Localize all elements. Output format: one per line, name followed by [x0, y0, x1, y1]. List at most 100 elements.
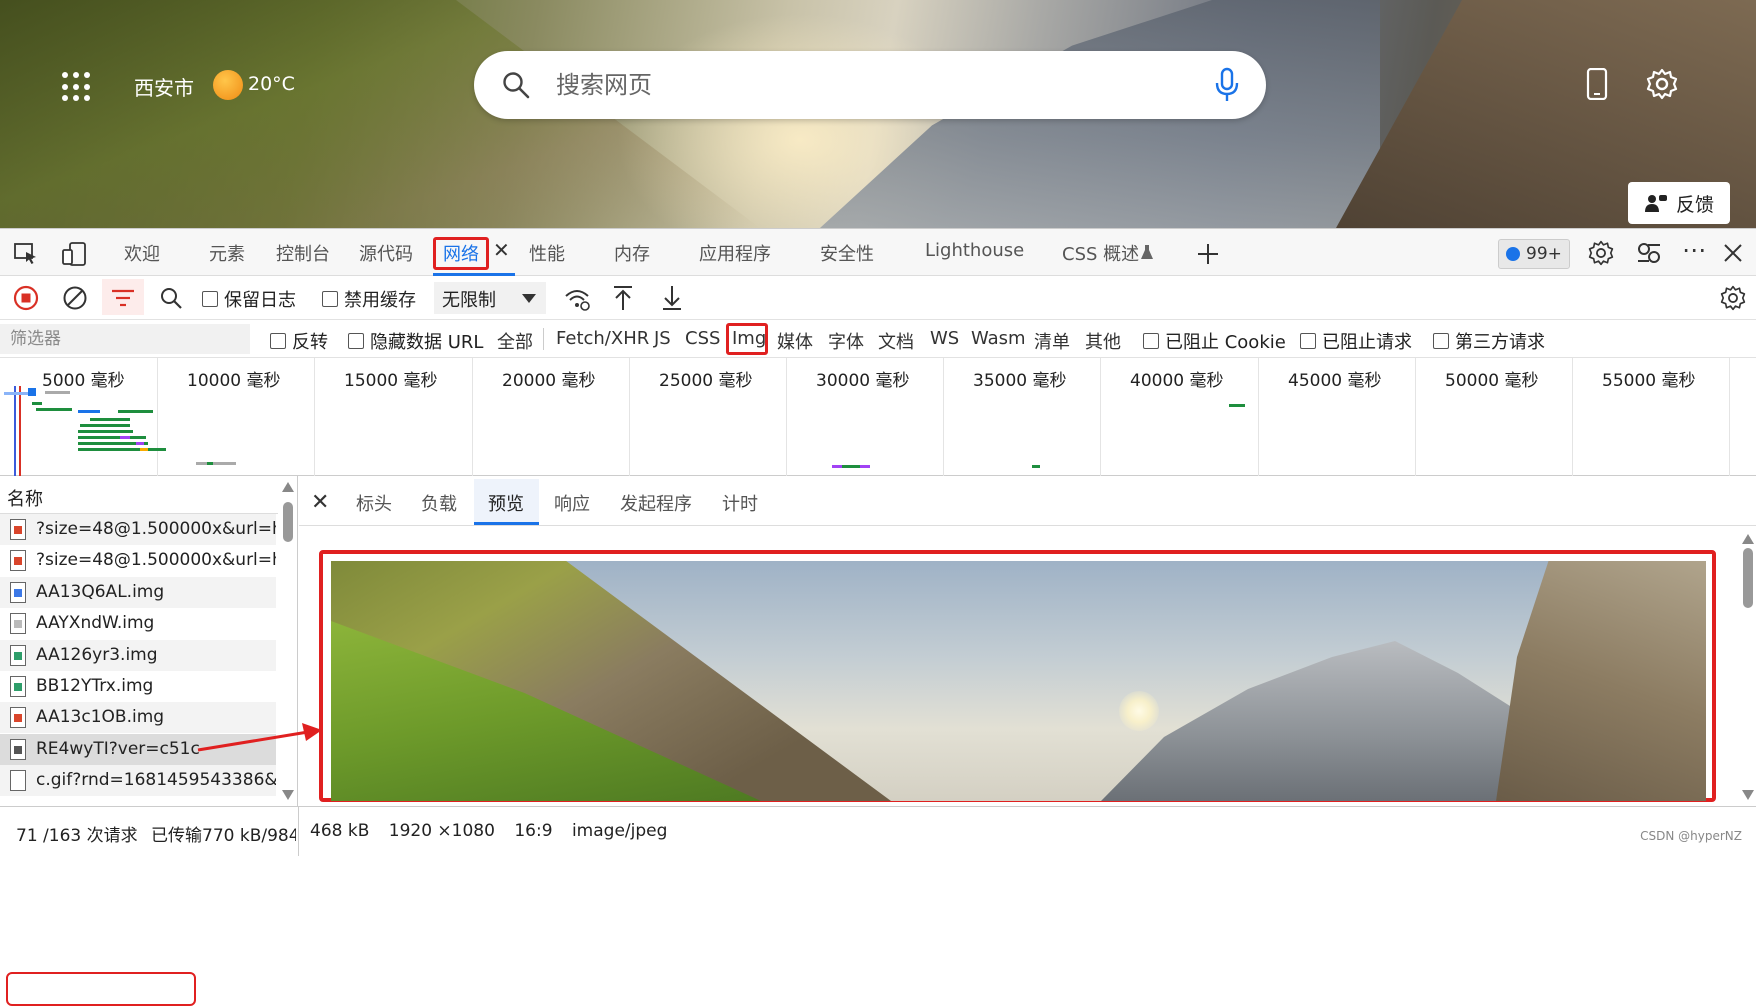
- disable-cache-checkbox[interactable]: [322, 291, 338, 307]
- tab-console[interactable]: 控制台: [276, 240, 330, 266]
- filter-type-doc[interactable]: 文档: [878, 328, 914, 354]
- third-party-checkbox[interactable]: [1433, 333, 1449, 349]
- filter-type-media[interactable]: 媒体: [777, 328, 813, 354]
- request-row[interactable]: ?size=48@1.500000x&url=htt: [0, 514, 276, 545]
- tab-preview[interactable]: 预览: [488, 490, 524, 516]
- tab-elements[interactable]: 元素: [209, 240, 245, 266]
- timeline-gridline: [943, 358, 944, 476]
- blocked-cookies-checkbox[interactable]: [1143, 333, 1159, 349]
- filter-type-all[interactable]: 全部: [497, 328, 533, 354]
- apps-grid-icon[interactable]: [62, 72, 92, 102]
- disable-cache-option[interactable]: 禁用缓存: [322, 286, 416, 312]
- waterfall-bar: [1229, 404, 1245, 407]
- add-tab-icon[interactable]: [1196, 242, 1220, 266]
- preserve-log-checkbox[interactable]: [202, 291, 218, 307]
- filter-type-other[interactable]: 其他: [1085, 328, 1121, 354]
- weather-temperature[interactable]: 20°C: [248, 73, 295, 95]
- device-emulation-icon[interactable]: [62, 242, 86, 266]
- export-har-icon[interactable]: [661, 285, 683, 311]
- scrollbar-thumb[interactable]: [283, 502, 293, 542]
- tab-initiator[interactable]: 发起程序: [620, 490, 692, 516]
- preview-info: 468 kB 1920 ×1080 16:9 image/jpeg: [310, 821, 681, 841]
- waterfall-bar: [118, 410, 153, 413]
- detail-scrollbar[interactable]: [1740, 528, 1756, 806]
- filter-type-fetch-xhr[interactable]: Fetch/XHR: [556, 328, 649, 349]
- network-settings-icon[interactable]: [1720, 285, 1746, 311]
- tab-lighthouse[interactable]: Lighthouse: [925, 240, 1024, 261]
- scrollbar-thumb[interactable]: [1743, 548, 1753, 608]
- scroll-down-icon[interactable]: [282, 790, 294, 800]
- network-overview-timeline[interactable]: 5000 毫秒 10000 毫秒 15000 毫秒 20000 毫秒 25000…: [0, 358, 1756, 476]
- load-event-marker: [19, 386, 21, 476]
- network-conditions-icon[interactable]: [564, 287, 590, 311]
- filter-type-wasm[interactable]: Wasm: [971, 328, 1026, 349]
- tab-css-overview[interactable]: CSS 概述: [1062, 240, 1139, 266]
- close-detail-icon[interactable]: ✕: [311, 490, 329, 515]
- file-icon: [10, 550, 26, 572]
- issues-badge[interactable]: 99+: [1498, 239, 1570, 269]
- preview-sun: [1119, 691, 1159, 731]
- request-row[interactable]: BB12YTrx.img: [0, 671, 276, 702]
- tab-welcome[interactable]: 欢迎: [124, 240, 160, 266]
- tab-response[interactable]: 响应: [554, 490, 590, 516]
- feedback-button[interactable]: 反馈: [1628, 182, 1730, 224]
- clear-icon[interactable]: [62, 285, 88, 311]
- scroll-up-icon[interactable]: [1742, 534, 1754, 544]
- close-devtools-icon[interactable]: [1723, 243, 1743, 263]
- phone-icon[interactable]: [1586, 68, 1608, 100]
- tab-payload[interactable]: 负载: [421, 490, 457, 516]
- blocked-requests-option[interactable]: 已阻止请求: [1300, 328, 1412, 354]
- third-party-option[interactable]: 第三方请求: [1433, 328, 1545, 354]
- import-har-icon[interactable]: [612, 285, 634, 311]
- invert-option[interactable]: 反转: [270, 328, 328, 354]
- close-network-tab-icon[interactable]: ✕: [493, 238, 510, 262]
- preserve-log-option[interactable]: 保留日志: [202, 286, 296, 312]
- search-input[interactable]: [556, 65, 1156, 105]
- request-row[interactable]: AA13Q6AL.img: [0, 576, 276, 608]
- filter-type-manifest[interactable]: 清单: [1034, 328, 1070, 354]
- image-dimensions: 1920 ×1080: [388, 821, 495, 841]
- filter-icon[interactable]: [111, 288, 135, 308]
- image-aspect-ratio: 16:9: [514, 821, 553, 841]
- tab-memory[interactable]: 内存: [614, 240, 650, 266]
- devtools-settings-icon[interactable]: [1588, 240, 1614, 266]
- filter-input[interactable]: [0, 324, 250, 354]
- tab-sources[interactable]: 源代码: [359, 240, 413, 266]
- customize-devtools-icon[interactable]: [1636, 241, 1662, 265]
- timeline-gridline: [629, 358, 630, 476]
- tab-security[interactable]: 安全性: [820, 240, 874, 266]
- filter-type-css[interactable]: CSS: [685, 328, 720, 349]
- hide-data-urls-checkbox[interactable]: [348, 333, 364, 349]
- inspect-element-icon[interactable]: [14, 243, 38, 265]
- hide-data-urls-option[interactable]: 隐藏数据 URL: [348, 328, 483, 354]
- scroll-down-icon[interactable]: [1742, 790, 1754, 800]
- search-box[interactable]: [474, 51, 1266, 119]
- timeline-gridline: [157, 358, 158, 476]
- invert-checkbox[interactable]: [270, 333, 286, 349]
- filter-type-font[interactable]: 字体: [828, 328, 864, 354]
- name-column-header[interactable]: 名称: [0, 476, 278, 514]
- request-row[interactable]: AAYXndW.img: [0, 608, 276, 639]
- request-row[interactable]: c.gif?rnd=1681459543386&ud: [0, 765, 276, 797]
- search-network-icon[interactable]: [160, 287, 182, 309]
- gear-icon[interactable]: [1646, 68, 1678, 100]
- scroll-up-icon[interactable]: [282, 482, 294, 492]
- blocked-requests-checkbox[interactable]: [1300, 333, 1316, 349]
- request-row[interactable]: AA126yr3.img: [0, 639, 276, 671]
- filter-type-js[interactable]: JS: [654, 328, 671, 349]
- throttling-select[interactable]: 无限制: [434, 282, 546, 314]
- record-stop-icon[interactable]: [13, 285, 39, 311]
- tab-headers[interactable]: 标头: [356, 490, 392, 516]
- tab-performance[interactable]: 性能: [529, 240, 565, 266]
- preview-mountain: [1101, 641, 1521, 801]
- request-row[interactable]: ?size=48@1.500000x&url=htt: [0, 545, 276, 576]
- tab-timing[interactable]: 计时: [722, 490, 758, 516]
- blocked-cookies-option[interactable]: 已阻止 Cookie: [1143, 328, 1286, 354]
- timeline-tick-label: 20000 毫秒: [502, 371, 596, 391]
- microphone-icon[interactable]: [1214, 67, 1240, 103]
- filter-type-ws[interactable]: WS: [930, 328, 959, 349]
- tab-application[interactable]: 应用程序: [699, 240, 771, 266]
- detail-tab-bar: ✕ 标头 负载 预览 响应 发起程序 计时: [299, 476, 1756, 526]
- weather-city[interactable]: 西安市: [134, 72, 194, 101]
- more-options-icon[interactable]: ⋯: [1682, 236, 1707, 264]
